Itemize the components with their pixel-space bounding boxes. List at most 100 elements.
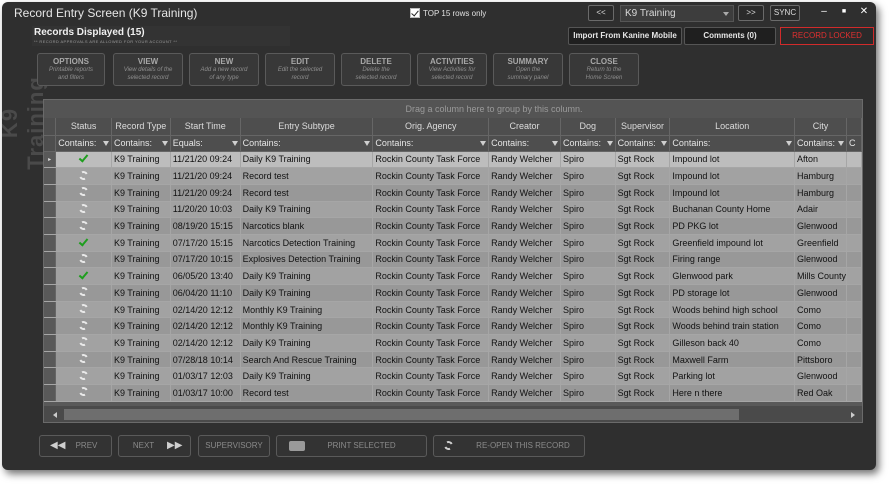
header-city[interactable]: City: [794, 118, 848, 136]
filter-icon[interactable]: [231, 140, 238, 146]
activities-button[interactable]: ACTIVITIES View Activities for selected …: [417, 53, 487, 86]
print-selected-button[interactable]: PRINT SELECTED: [276, 435, 427, 457]
cell-extra: [846, 284, 862, 302]
cell-orig-agency: Rockin County Task Force: [372, 367, 490, 386]
record-locked-badge: RECORD LOCKED: [780, 27, 874, 45]
cell-creator: Randy Welcher: [488, 167, 561, 185]
activities-label: ACTIVITIES: [429, 57, 474, 66]
header-entry-subtype[interactable]: Entry Subtype: [240, 118, 374, 136]
sync-icon: [77, 386, 90, 398]
cell-start-time: 06/04/20 11:10: [170, 284, 241, 302]
cell-entry-subtype: Explosives Detection Training: [240, 251, 374, 269]
edit-button[interactable]: EDIT Edit the selected record: [265, 53, 335, 86]
maximize-icon[interactable]: ■: [837, 8, 851, 15]
table-row[interactable]: K9 Training 07/17/20 10:15 Explosives Dete…: [44, 251, 862, 269]
filter-orig-agency[interactable]: Contains:: [372, 135, 490, 152]
filter-icon[interactable]: [786, 140, 793, 146]
minimize-icon[interactable]: –: [817, 6, 831, 17]
header-orig-agency[interactable]: Orig. Agency: [372, 118, 490, 136]
summary-button[interactable]: SUMMARY Open the summary panel: [493, 53, 563, 86]
table-row[interactable]: K9 Training 02/14/20 12:12 Daily K9 Traini…: [44, 334, 862, 352]
scroll-thumb[interactable]: [64, 409, 739, 420]
delete-desc-2: selected record: [355, 75, 397, 81]
header-dog[interactable]: Dog: [560, 118, 616, 136]
close-button[interactable]: CLOSE Return to the Home Screen: [569, 53, 639, 86]
filter-icon[interactable]: [364, 140, 371, 146]
table-row[interactable]: K9 Training 06/05/20 13:40 Daily K9 Traini…: [44, 267, 862, 285]
table-row[interactable]: K9 Training 06/04/20 11:10 Daily K9 Traini…: [44, 284, 862, 302]
filter-creator[interactable]: Contains:: [488, 135, 561, 152]
table-row[interactable]: K9 Training 08/19/20 15:15 Narcotics blank…: [44, 217, 862, 235]
cell-location: Gilleson back 40: [669, 334, 796, 352]
filter-icon[interactable]: [480, 140, 487, 146]
filter-icon[interactable]: [606, 140, 613, 146]
filter-record-type[interactable]: Contains:: [111, 135, 171, 152]
prev-type-button[interactable]: <<: [588, 5, 614, 21]
table-row[interactable]: K9 Training 11/21/20 09:24 Record test Rock…: [44, 167, 862, 185]
table-row[interactable]: ▸ K9 Training 11/21/20 09:24 Daily K9 Train…: [44, 151, 862, 169]
table-row[interactable]: K9 Training 01/03/17 12:03 Daily K9 Traini…: [44, 367, 862, 386]
next-type-button[interactable]: >>: [738, 5, 764, 21]
filter-icon[interactable]: [661, 140, 668, 146]
cell-city: Glenwood: [794, 217, 848, 235]
close-icon[interactable]: ✕: [857, 6, 871, 17]
table-row[interactable]: K9 Training 07/28/18 10:14 Search And Resc…: [44, 351, 862, 369]
sync-icon: [77, 202, 90, 215]
filter-icon[interactable]: [102, 140, 109, 146]
sync-button[interactable]: SYNC: [770, 5, 800, 21]
filter-icon[interactable]: [551, 140, 558, 146]
filter-city[interactable]: Contains:: [794, 135, 848, 152]
record-type-select[interactable]: K9 Training: [620, 5, 734, 22]
header-start-time[interactable]: Start Time: [170, 118, 241, 136]
next-button[interactable]: NEXT ▶▶: [118, 435, 191, 457]
cell-dog: Spiro: [560, 251, 616, 269]
cell-creator: Randy Welcher: [488, 251, 561, 269]
horizontal-scrollbar[interactable]: [44, 406, 862, 422]
import-kanine-button[interactable]: Import From Kanine Mobile: [568, 27, 682, 45]
filter-dog[interactable]: Contains:: [560, 135, 616, 152]
top-rows-checkbox[interactable]: [410, 8, 420, 18]
sync-icon: [442, 439, 455, 453]
filter-icon[interactable]: [838, 140, 845, 146]
header-supervisor[interactable]: Supervisor: [615, 118, 671, 136]
table-row[interactable]: K9 Training 07/17/20 15:15 Narcotics Detec…: [44, 234, 862, 252]
scroll-right-icon[interactable]: [851, 412, 855, 418]
filter-entry-subtype[interactable]: Contains:: [240, 135, 374, 152]
filter-supervisor[interactable]: Contains:: [615, 135, 671, 152]
filter-location[interactable]: Contains:: [669, 135, 796, 152]
options-button[interactable]: OPTIONS Printable reports and filters: [37, 53, 105, 86]
cell-creator: Randy Welcher: [488, 367, 561, 386]
records-table: Status Record Type Start Time Entry Subt…: [44, 118, 862, 402]
header-status[interactable]: Status: [55, 118, 112, 136]
cell-status: [55, 284, 112, 302]
activities-desc-2: selected record: [431, 75, 473, 81]
cell-status: [55, 334, 112, 352]
cell-location: PD storage lot: [669, 284, 796, 302]
new-button[interactable]: NEW Add a new record of any type: [189, 53, 259, 86]
header-location[interactable]: Location: [669, 118, 796, 136]
cell-creator: Randy Welcher: [488, 384, 561, 402]
comments-button[interactable]: Comments (0): [684, 27, 776, 45]
cell-start-time: 06/05/20 13:40: [170, 267, 241, 285]
filter-icon[interactable]: [161, 140, 168, 146]
cell-extra: [846, 234, 862, 252]
prev-button[interactable]: ◀◀ PREV: [39, 435, 112, 457]
reopen-record-button[interactable]: RE-OPEN THIS RECORD: [433, 435, 585, 457]
header-creator[interactable]: Creator: [488, 118, 561, 136]
delete-button[interactable]: DELETE Delete the selected record: [341, 53, 411, 86]
filter-start-time[interactable]: Equals:: [170, 135, 241, 152]
cell-dog: Spiro: [560, 317, 616, 336]
top-rows-toggle[interactable]: TOP 15 rows only: [410, 8, 486, 18]
table-row[interactable]: K9 Training 02/14/20 12:12 Monthly K9 Trai…: [44, 301, 862, 319]
table-row[interactable]: K9 Training 01/03/17 10:00 Record test Rock…: [44, 384, 862, 402]
table-row[interactable]: K9 Training 02/14/20 12:12 Monthly K9 Trai…: [44, 317, 862, 336]
table-row[interactable]: K9 Training 11/20/20 10:03 Daily K9 Traini…: [44, 201, 862, 219]
table-row[interactable]: K9 Training 11/21/20 09:24 Record test Rock…: [44, 184, 862, 202]
cell-location: Firing range: [669, 251, 796, 269]
filter-status[interactable]: Contains:: [55, 135, 112, 152]
view-button[interactable]: VIEW View details of the selected record: [113, 53, 183, 86]
header-record-type[interactable]: Record Type: [111, 118, 171, 136]
scroll-left-icon[interactable]: [53, 412, 57, 418]
filter-extra[interactable]: C: [846, 135, 862, 152]
supervisory-button[interactable]: SUPERVISORY: [198, 435, 270, 457]
